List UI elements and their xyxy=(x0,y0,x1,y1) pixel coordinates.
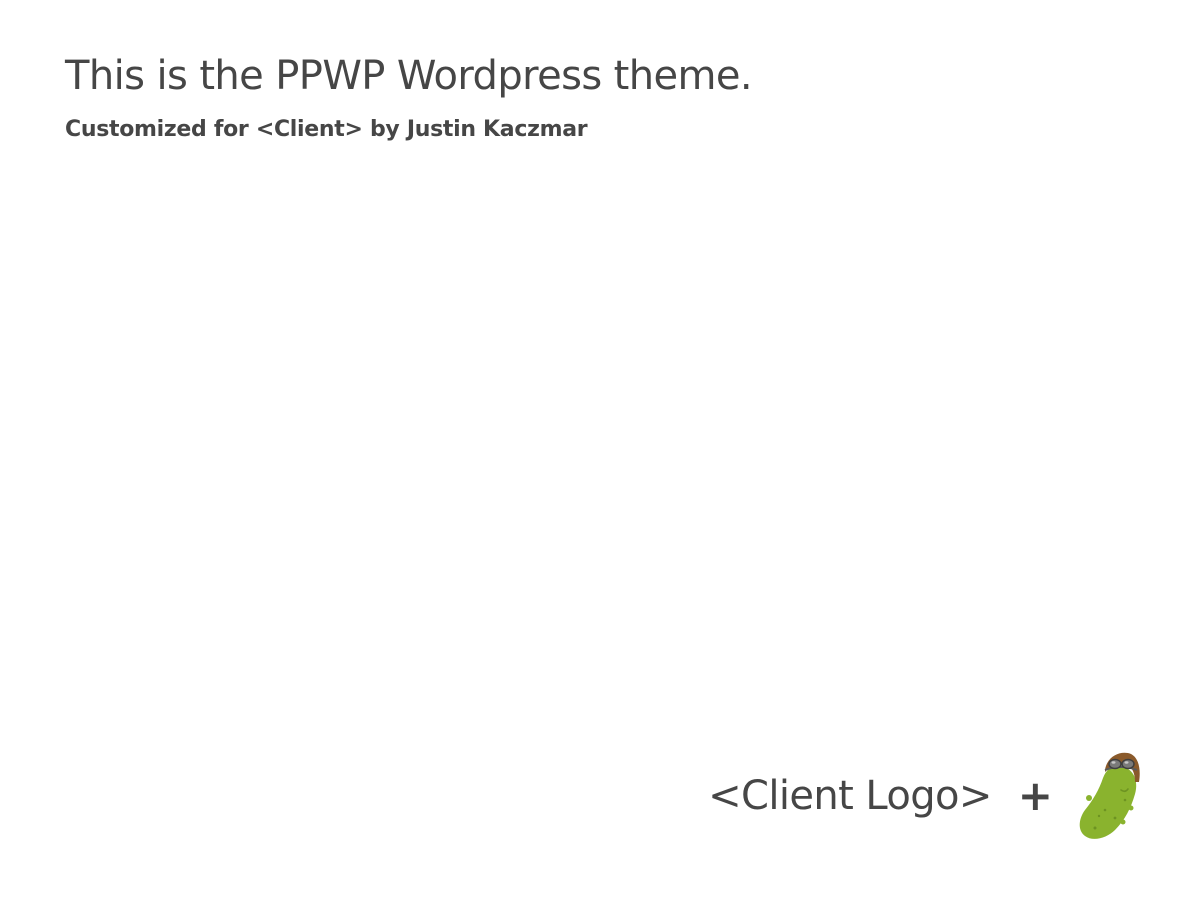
client-logo-placeholder: <Client Logo> xyxy=(708,772,992,819)
page-subtitle: Customized for <Client> by Justin Kaczma… xyxy=(65,117,588,142)
pickle-logo-icon xyxy=(1079,752,1140,839)
page-title: This is the PPWP Wordpress theme. xyxy=(65,53,753,99)
plus-sign: + xyxy=(1017,770,1053,820)
footer-brand: <Client Logo> + xyxy=(708,748,1145,843)
